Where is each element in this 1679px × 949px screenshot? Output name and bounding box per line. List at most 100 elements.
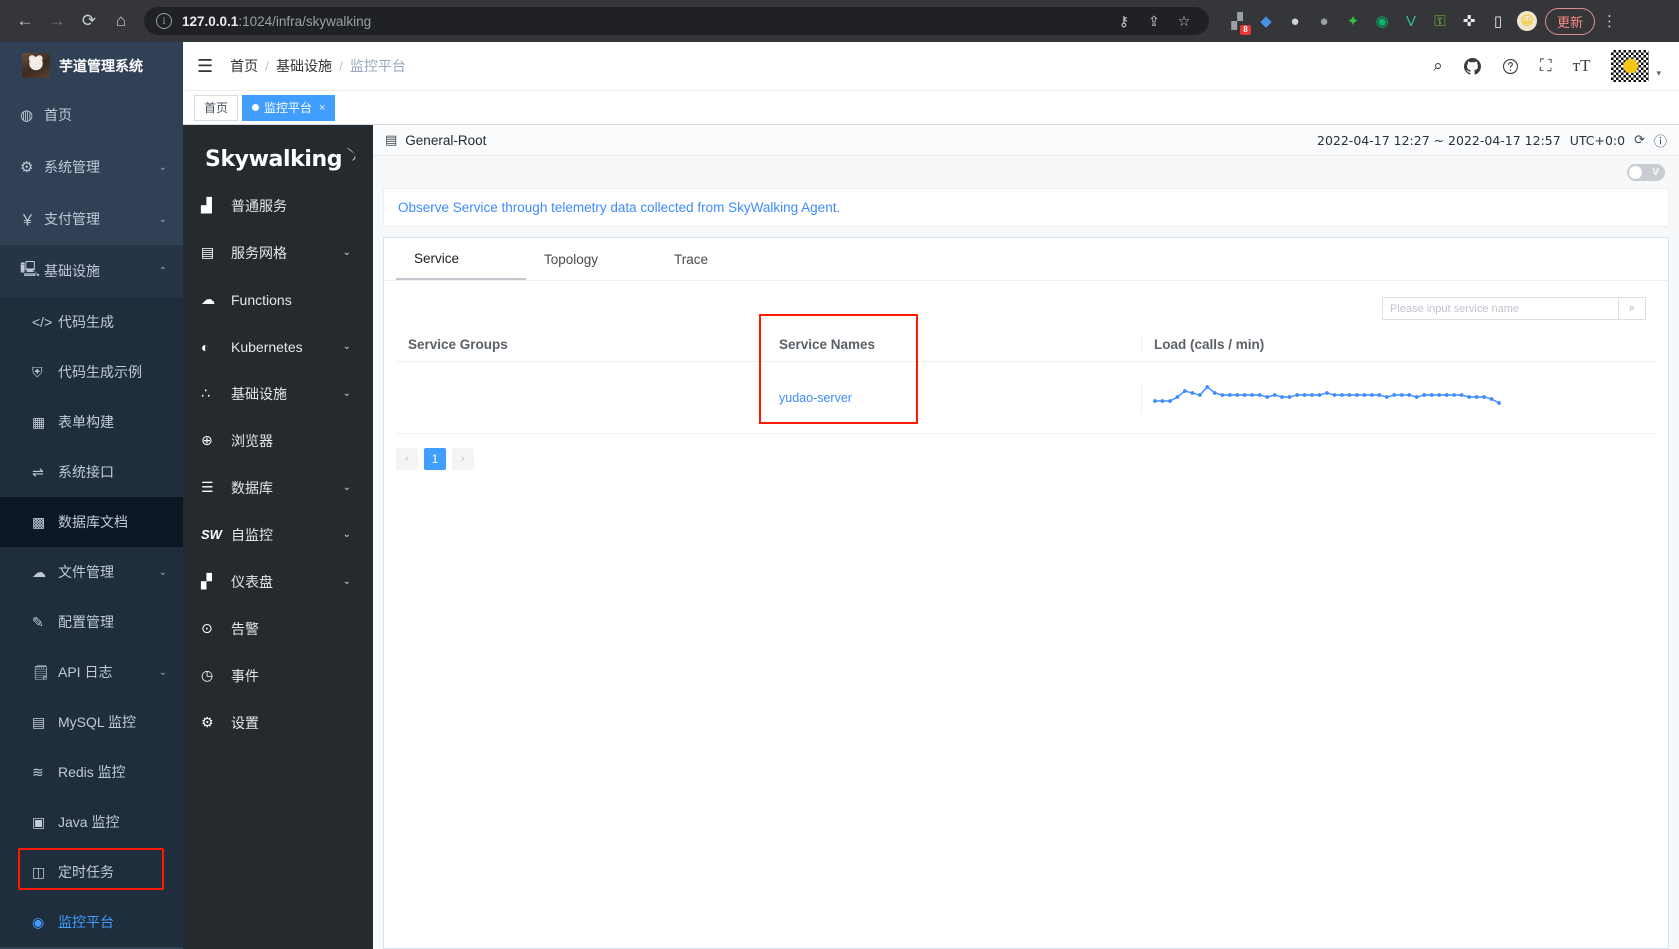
sw-menu-alarm[interactable]: ⊙ 告警	[183, 605, 373, 652]
key-extension-icon[interactable]: ⚿	[1430, 11, 1450, 31]
sidebar-item-form-builder[interactable]: ▦ 表单构建	[0, 397, 183, 447]
fullscreen-icon[interactable]: ⛶	[1540, 56, 1552, 76]
sidebar-item-label: 基础设施	[44, 263, 100, 279]
pagination-prev[interactable]: ‹	[396, 448, 418, 470]
site-info-icon[interactable]: i	[156, 13, 172, 29]
help-icon[interactable]	[1502, 58, 1519, 75]
timezone-text: UTC+0:0	[1569, 132, 1626, 148]
v-extension-icon[interactable]: V	[1401, 11, 1421, 31]
reload-icon[interactable]: ⟳	[74, 6, 104, 36]
sw-menu-dashboard[interactable]: ▞ 仪表盘 ⌄	[183, 558, 373, 605]
sidebar-item-mysql-monitor[interactable]: ▤ MySQL 监控	[0, 697, 183, 747]
breadcrumb-item-home[interactable]: 首页	[230, 56, 258, 76]
browser-menu-icon[interactable]: ⋮	[1597, 12, 1622, 30]
sidebar-item-monitor-platform[interactable]: ◉ 监控平台	[0, 897, 183, 947]
time-range-control[interactable]: 2022-04-17 12:27 ~ 2022-04-17 12:57 UTC+…	[1317, 131, 1667, 150]
table-row: yudao-server	[396, 362, 1656, 434]
chevron-down-icon[interactable]: ▾	[1656, 68, 1661, 79]
globe-extension-icon[interactable]: ●	[1285, 11, 1305, 31]
star-extension-icon[interactable]: ✦	[1343, 11, 1363, 31]
code-icon: </>	[32, 314, 53, 330]
search-icon[interactable]: ⌕	[1433, 56, 1443, 76]
chevron-down-icon: ⌄	[342, 482, 351, 493]
breadcrumb-item-infrastructure[interactable]: 基础设施	[276, 56, 332, 76]
tab-trace[interactable]: Trace	[656, 238, 786, 280]
service-link[interactable]: yudao-server	[779, 391, 852, 405]
sw-menu-events[interactable]: ◷ 事件	[183, 652, 373, 699]
home-icon[interactable]: ⌂	[106, 6, 136, 36]
sw-menu-browser[interactable]: ⊕ 浏览器	[183, 417, 373, 464]
sw-menu-general-service[interactable]: ▟ 普通服务	[183, 182, 373, 229]
sidebar-item-file-manage[interactable]: ☁ 文件管理 ⌄	[0, 547, 183, 597]
column-header-load: Load (calls / min)	[1141, 337, 1656, 352]
share-icon[interactable]: ⇪	[1141, 8, 1167, 34]
sw-menu-database[interactable]: ☰ 数据库 ⌄	[183, 464, 373, 511]
pagination-page-1[interactable]: 1	[424, 448, 446, 470]
sidebar-item-db-doc[interactable]: ▩ 数据库文档	[0, 497, 183, 547]
diamond-extension-icon[interactable]: ◆	[1256, 11, 1276, 31]
sidebar-item-redis-monitor[interactable]: ≋ Redis 监控	[0, 747, 183, 797]
puzzle-icon[interactable]: ✜	[1459, 11, 1479, 31]
sidebar-item-payment[interactable]: ￥ 支付管理 ⌄	[0, 193, 183, 245]
sidebar-item-api-log[interactable]: 🗒 API 日志 ⌄	[0, 647, 183, 697]
sw-menu-label: 数据库	[231, 479, 273, 496]
sidebar-logo[interactable]: 芋道管理系统	[0, 42, 183, 89]
circle-extension-icon[interactable]: ●	[1314, 11, 1334, 31]
dashboard-grid-icon: ▞	[201, 573, 212, 589]
yudao-sidebar: 芋道管理系统 ◍ 首页 ⚙ 系统管理 ⌄ ￥ 支付管理 ⌄ 🖳 基础设施 ⌃ <…	[0, 42, 183, 949]
back-icon[interactable]: ←	[10, 6, 40, 36]
sw-menu-label: 设置	[231, 714, 259, 731]
avatar[interactable]	[1611, 50, 1650, 82]
tab-monitor-platform[interactable]: 监控平台 ×	[242, 94, 336, 121]
top-navbar: ☰ 首页 / 基础设施 / 监控平台 ⌕ ⛶ тT ▾	[183, 42, 1679, 91]
search-row: ⌕	[384, 281, 1668, 328]
forward-icon[interactable]: →	[42, 6, 72, 36]
sw-menu-settings[interactable]: ⚙ 设置	[183, 699, 373, 746]
sidepanel-icon[interactable]: ▯	[1488, 11, 1508, 31]
sw-menu-infrastructure[interactable]: ∴ 基础设施 ⌄	[183, 370, 373, 417]
search-input[interactable]	[1382, 297, 1618, 320]
sw-menu-self-observability[interactable]: SW 自监控 ⌄	[183, 511, 373, 558]
font-size-icon[interactable]: тT	[1573, 56, 1591, 76]
sidebar-item-home[interactable]: ◍ 首页	[0, 89, 183, 141]
cloud-icon: ☁	[201, 291, 215, 307]
sidebar-item-system[interactable]: ⚙ 系统管理 ⌄	[0, 141, 183, 193]
star-icon[interactable]: ☆	[1171, 8, 1197, 34]
update-button[interactable]: 更新	[1545, 7, 1596, 35]
close-icon[interactable]: ×	[319, 102, 325, 114]
yen-icon: ￥	[20, 211, 36, 229]
tab-topology[interactable]: Topology	[526, 238, 656, 280]
sidebar-item-infrastructure[interactable]: 🖳 基础设施 ⌃	[0, 245, 183, 297]
sw-menu-kubernetes[interactable]: ◐ Kubernetes ⌄	[183, 323, 373, 370]
sidebar-item-config-manage[interactable]: ✎ 配置管理	[0, 597, 183, 647]
sw-menu-functions[interactable]: ☁ Functions	[183, 276, 373, 323]
tab-home[interactable]: 首页	[194, 94, 239, 121]
sidebar-item-codegen[interactable]: </> 代码生成	[0, 297, 183, 347]
search-icon[interactable]: ⌕	[1618, 297, 1646, 320]
refresh-icon[interactable]: ⟳	[1634, 133, 1645, 148]
sidebar-item-label: 系统管理	[44, 159, 100, 175]
sidebar-item-scheduled-task[interactable]: ◫ 定时任务	[0, 847, 183, 897]
info-icon[interactable]: ⓘ	[1654, 131, 1667, 150]
github-icon[interactable]	[1463, 57, 1481, 75]
hamburger-icon[interactable]: ☰	[197, 56, 213, 77]
list-icon: ▤	[385, 132, 398, 147]
skywalking-logo[interactable]: Skywalking	[183, 125, 373, 182]
sync-extension-icon[interactable]: ◉	[1372, 11, 1392, 31]
sw-menu-service-mesh[interactable]: ▤ 服务网格 ⌄	[183, 229, 373, 276]
view-toggle[interactable]: V	[1627, 163, 1665, 181]
service-table: Service Groups Service Names Load (calls…	[396, 314, 1656, 434]
key-icon[interactable]: ⚷	[1111, 8, 1137, 34]
pagination-next[interactable]: ›	[452, 448, 474, 470]
chevron-down-icon: ⌄	[342, 529, 351, 540]
sw-menu-label: 普通服务	[231, 197, 287, 214]
address-bar[interactable]: i 127.0.0.1:1024/infra/skywalking ⚷ ⇪ ☆	[144, 7, 1209, 35]
avatar[interactable]: 😀	[1517, 11, 1537, 31]
tab-service[interactable]: Service	[396, 238, 526, 280]
sidebar-item-api-interface[interactable]: ⇌ 系统接口	[0, 447, 183, 497]
sidebar-item-codegen-demo[interactable]: ⛨ 代码生成示例	[0, 347, 183, 397]
chevron-up-icon: ⌃	[158, 265, 167, 277]
kubernetes-icon: ◐	[201, 338, 210, 355]
extension-manager-icon[interactable]: ▞ 8	[1227, 11, 1251, 35]
sidebar-item-java-monitor[interactable]: ▣ Java 监控	[0, 797, 183, 847]
